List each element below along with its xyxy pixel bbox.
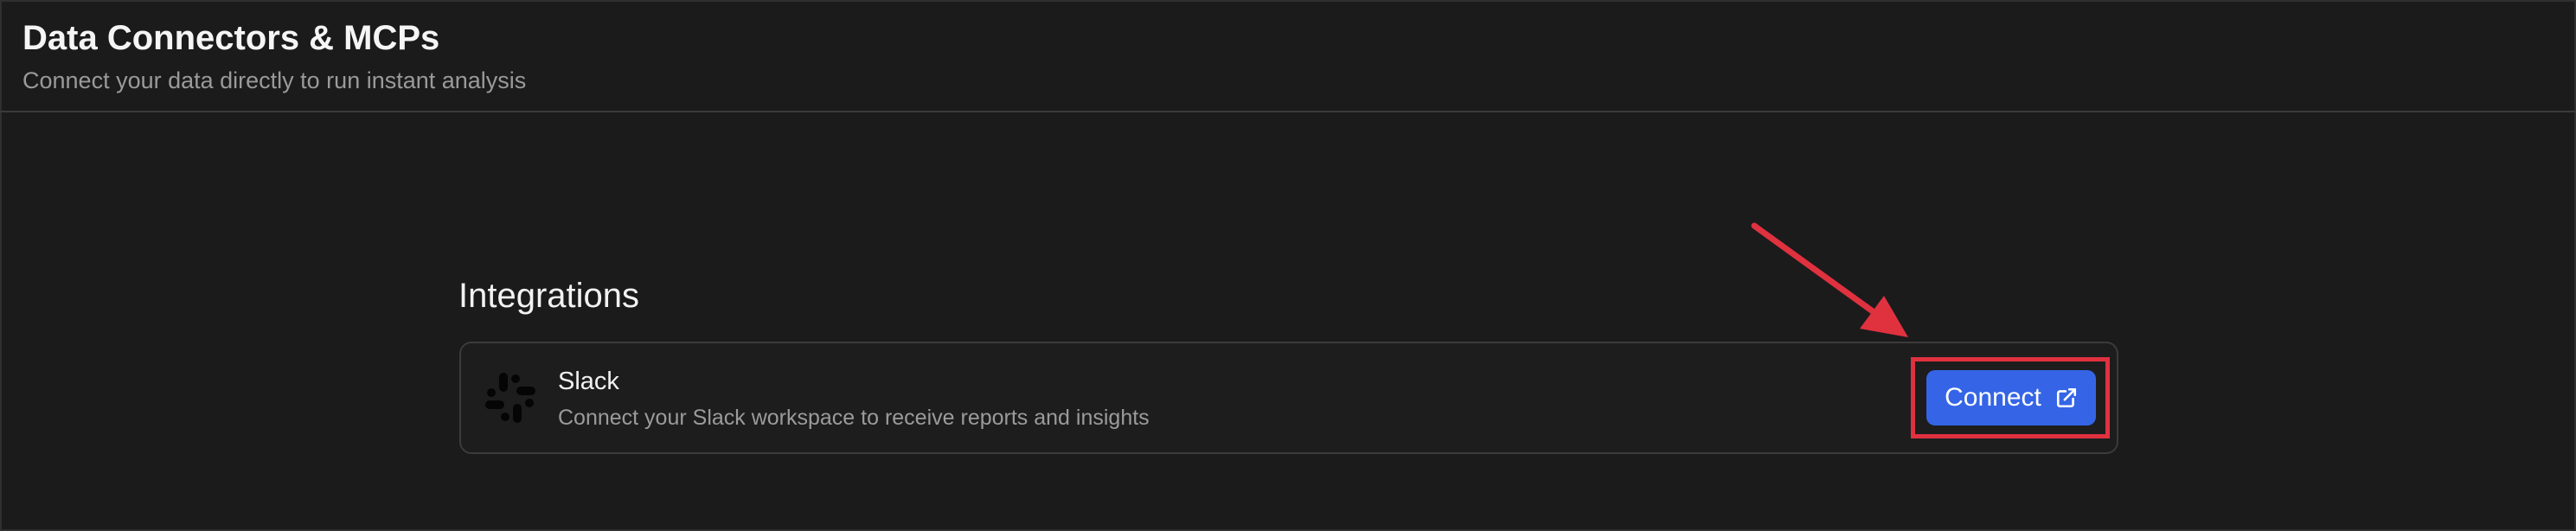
slack-logo-icon (485, 373, 535, 423)
integration-card-slack: Slack Connect your Slack workspace to re… (459, 342, 2118, 454)
integration-name: Slack (558, 368, 619, 395)
connect-button-label: Connect (1945, 383, 2041, 412)
page-header: Data Connectors & MCPs Connect your data… (0, 0, 2576, 112)
slack-connect-button[interactable]: Connect (1926, 370, 2096, 425)
page-subtitle: Connect your data directly to run instan… (22, 67, 527, 93)
external-link-icon (2056, 387, 2076, 408)
page-title: Data Connectors & MCPs (22, 19, 440, 57)
integrations-heading: Integrations (458, 277, 640, 315)
integration-description: Connect your Slack workspace to receive … (558, 406, 1150, 430)
